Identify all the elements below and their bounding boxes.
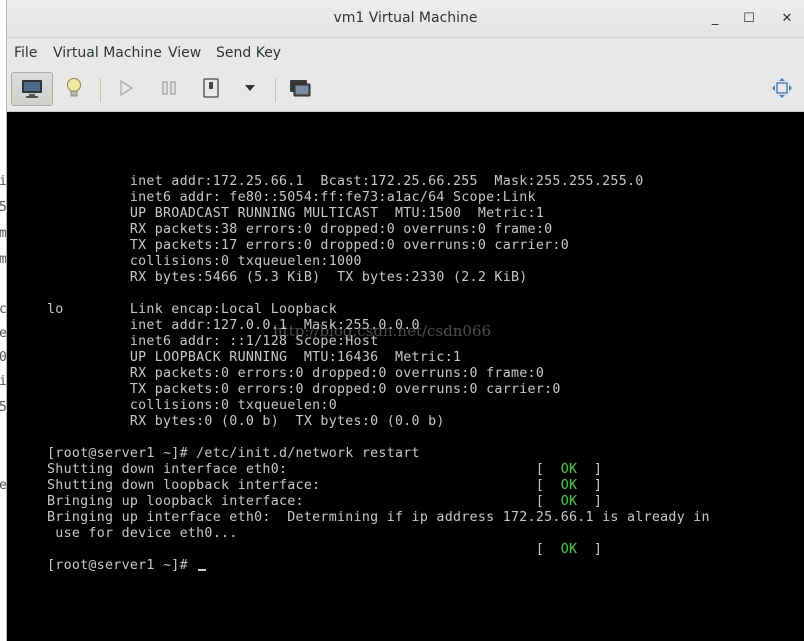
menu-send-key[interactable]: Send Key [216,45,281,61]
close-button[interactable]: ✕ [777,9,797,29]
snapshots-icon [290,80,311,97]
menu-view[interactable]: View [168,45,201,61]
console-status-line: Shutting down interface eth0: [ OK ] [47,462,602,477]
console-status-line: [ OK ] [47,542,602,557]
console-line: RX packets:38 errors:0 dropped:0 overrun… [47,222,553,237]
status-bracket: ] [577,494,603,509]
ok-status: OK [560,462,578,477]
status-text: Shutting down loopback interface: [ [47,478,561,493]
shutdown-menu-icon [245,85,255,91]
watermark: http://blog.csdn.net/csdn066 [273,322,492,340]
fullscreen-button[interactable] [767,73,797,103]
console-status-line: Shutting down loopback interface: [ OK ] [47,478,602,493]
status-bracket: ] [577,462,603,477]
menu-bar: File Virtual Machine View Send Key [7,38,804,68]
shutdown-button[interactable] [196,73,226,103]
snapshots-button[interactable] [285,73,315,103]
run-icon [120,79,134,97]
console-line: lo Link encap:Local Loopback [47,302,337,317]
toolbar-separator [100,78,101,102]
run-button[interactable] [111,73,141,103]
menu-file[interactable]: File [14,45,37,61]
menu-virtual-machine[interactable]: Virtual Machine [53,45,162,61]
shutdown-icon [203,78,219,98]
console-line: Bringing up interface eth0: Determining … [47,510,710,525]
maximize-icon: ☐ [743,11,755,26]
pause-icon [162,81,176,95]
shutdown-menu-button[interactable] [235,73,265,103]
console-line: UP BROADCAST RUNNING MULTICAST MTU:1500 … [47,206,545,221]
fullscreen-icon [772,78,792,98]
status-bracket: ] [577,542,603,557]
shell-prompt: [root@server1 ~]# [47,558,197,573]
console-line: inet addr:172.25.66.1 Bcast:172.25.66.25… [47,174,644,189]
console-icon [22,80,42,98]
console-prompt-line[interactable]: [root@server1 ~]# [47,558,207,573]
window-title: vm1 Virtual Machine [333,10,478,26]
maximize-button[interactable]: ☐ [739,9,759,29]
console-line: inet6 addr: fe80::5054:ff:fe73:a1ac/64 S… [47,190,536,205]
console-line: RX packets:0 errors:0 dropped:0 overruns… [47,366,545,381]
toolbar-separator [275,78,276,102]
details-bulb-icon [67,78,81,97]
pause-button[interactable] [154,73,184,103]
console-line: RX bytes:5466 (5.3 KiB) TX bytes:2330 (2… [47,270,528,285]
console-button[interactable] [11,72,53,106]
status-bracket: ] [577,478,603,493]
console-line: TX packets:17 errors:0 dropped:0 overrun… [47,238,569,253]
console-line: RX bytes:0 (0.0 b) TX bytes:0 (0.0 b) [47,414,445,429]
minimize-button[interactable]: _ [705,9,725,29]
vm-console-screen[interactable]: inet addr:172.25.66.1 Bcast:172.25.66.25… [7,112,804,641]
details-button[interactable] [59,73,89,103]
status-text: Bringing up loopback interface: [ [47,494,561,509]
console-line: [root@server1 ~]# /etc/init.d/network re… [47,446,420,461]
status-text: [ [47,542,561,557]
ok-status: OK [560,494,578,509]
vm-window: vm1 Virtual Machine _ ☐ ✕ File Virtual M… [6,0,804,641]
close-icon: ✕ [781,11,793,26]
console-status-line: Bringing up loopback interface: [ OK ] [47,494,602,509]
console-line: TX packets:0 errors:0 dropped:0 overruns… [47,382,561,397]
title-bar[interactable]: vm1 Virtual Machine _ ☐ ✕ [7,0,804,38]
status-text: Shutting down interface eth0: [ [47,462,561,477]
console-line: collisions:0 txqueuelen:0 [47,398,337,413]
console-line: use for device eth0... [47,526,238,541]
toolbar [7,68,804,112]
ok-status: OK [560,542,578,557]
minimize-icon: _ [711,11,719,26]
console-line: UP LOOPBACK RUNNING MTU:16436 Metric:1 [47,350,462,365]
text-cursor [198,569,207,571]
ok-status: OK [560,478,578,493]
console-line: collisions:0 txqueuelen:1000 [47,254,362,269]
